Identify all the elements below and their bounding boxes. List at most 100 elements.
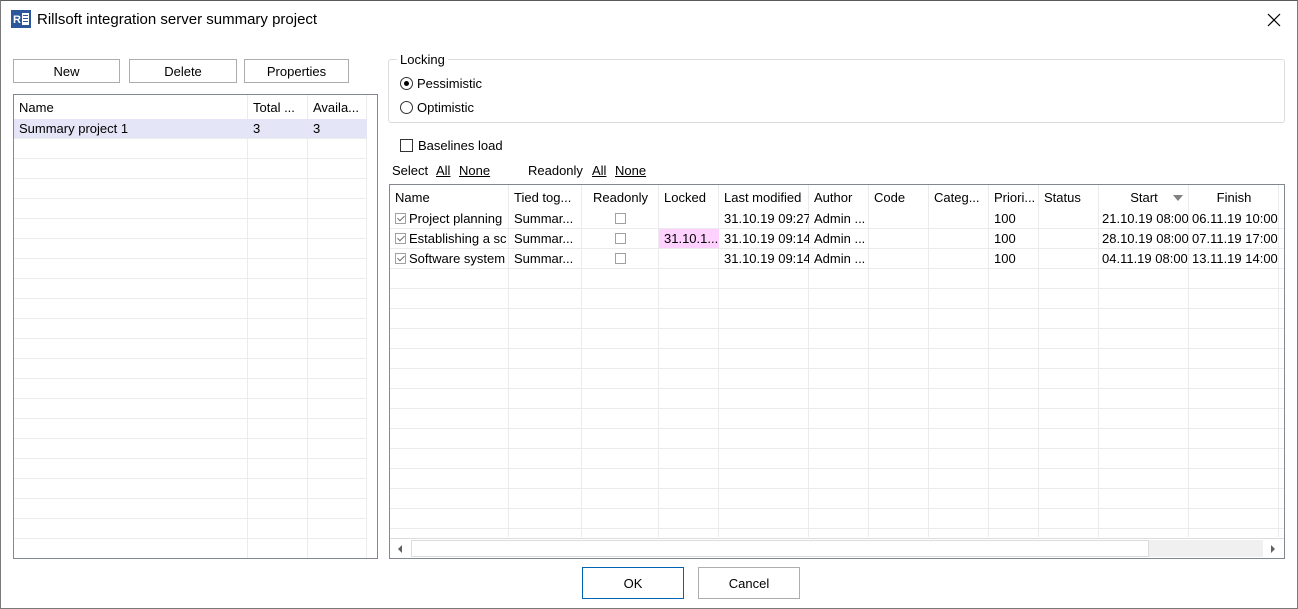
grid-row[interactable]: Software system Summar... 31.10.19 09:14 Ad… [390, 249, 1284, 269]
grid-header-status[interactable]: Status [1039, 185, 1099, 209]
grid-header-start[interactable]: Start [1099, 185, 1189, 209]
grid-header-last-modified[interactable]: Last modified [719, 185, 809, 209]
grid-header-code[interactable]: Code [869, 185, 929, 209]
empty-list-row [14, 319, 367, 339]
grid-header-readonly[interactable]: Readonly [582, 185, 659, 209]
baselines-load-checkbox[interactable]: Baselines load [400, 138, 503, 153]
empty-list-row [14, 499, 367, 519]
scrollbar-thumb[interactable] [411, 540, 1149, 557]
delete-button[interactable]: Delete [129, 59, 237, 83]
cell-readonly[interactable] [582, 209, 659, 228]
row-name-text: Software system [409, 251, 506, 266]
empty-grid-row [390, 289, 1284, 309]
cancel-button[interactable]: Cancel [698, 567, 800, 599]
cell-category [929, 229, 989, 248]
readonly-checkbox[interactable] [615, 253, 626, 264]
close-button[interactable] [1259, 7, 1289, 33]
empty-grid-row [390, 409, 1284, 429]
locking-group-label: Locking [397, 52, 448, 67]
grid-header-author[interactable]: Author [809, 185, 869, 209]
readonly-checkbox[interactable] [615, 233, 626, 244]
readonly-checkbox[interactable] [615, 213, 626, 224]
row-total: 3 [253, 121, 261, 136]
new-button[interactable]: New [13, 59, 120, 83]
radio-pessimistic-label: Pessimistic [417, 76, 483, 91]
row-select-checkbox[interactable] [395, 233, 406, 244]
list-row[interactable]: Summary project 1 3 3 [14, 119, 367, 139]
grid-header-locked[interactable]: Locked [659, 185, 719, 209]
grid-header-category[interactable]: Categ... [929, 185, 989, 209]
empty-list-row [14, 339, 367, 359]
dialog-window: R Rillsoft integration server summary pr… [0, 0, 1298, 609]
empty-list-row [14, 179, 367, 199]
sort-descending-icon [1173, 195, 1183, 201]
grid-header-label: Name [395, 189, 430, 205]
grid-header-label: Readonly [593, 189, 648, 205]
scroll-right-button[interactable] [1264, 540, 1282, 557]
horizontal-scrollbar[interactable] [390, 538, 1284, 558]
cell-status [1039, 209, 1099, 228]
row-select-checkbox[interactable] [395, 253, 406, 264]
radio-optimistic-label: Optimistic [417, 100, 475, 115]
scroll-right-icon [1271, 544, 1275, 553]
select-none-link[interactable]: None [459, 163, 490, 178]
radio-optimistic[interactable]: Optimistic [400, 100, 474, 115]
grid-header-label: Author [814, 189, 853, 205]
grid-row[interactable]: Establishing a sc Summar... 31.10.1... 31.1… [390, 229, 1284, 249]
grid-header-finish[interactable]: Finish [1189, 185, 1279, 209]
empty-list-row [14, 239, 367, 259]
empty-list-row [14, 419, 367, 439]
cell-name[interactable]: Establishing a sc [390, 229, 509, 248]
empty-list-row [14, 159, 367, 179]
readonly-none-link[interactable]: None [615, 163, 646, 178]
cell-finish: 13.11.19 14:00 [1192, 251, 1278, 266]
select-all-link[interactable]: All [436, 163, 450, 178]
grid-header: Name Tied tog... Readonly Locked Last modifi… [390, 185, 1284, 209]
ok-button[interactable]: OK [582, 567, 684, 599]
scroll-left-button[interactable] [391, 540, 409, 557]
empty-list-row [14, 459, 367, 479]
window-title: Rillsoft integration server summary proj… [37, 11, 318, 28]
grid-header-label: Priori... [994, 189, 1036, 205]
cell-author: Admin ... [814, 211, 866, 226]
list-header-name[interactable]: Name [14, 95, 248, 119]
scrollbar-track[interactable] [1149, 540, 1263, 557]
cell-tied-together: Summar... [514, 231, 574, 246]
cell-start: 21.10.19 08:00 [1102, 211, 1189, 226]
title-bar: R Rillsoft integration server summary pr… [1, 1, 1297, 39]
cell-readonly[interactable] [582, 229, 659, 248]
summary-project-list[interactable]: Name Total ... Availa... Summary project… [13, 94, 378, 559]
radio-pessimistic[interactable]: Pessimistic [400, 76, 482, 91]
readonly-all-link[interactable]: All [592, 163, 606, 178]
readonly-label: Readonly [528, 163, 583, 178]
cell-locked [659, 249, 719, 268]
empty-grid-row [390, 509, 1284, 529]
empty-list-row [14, 279, 367, 299]
cell-start: 04.11.19 08:00 [1102, 251, 1188, 266]
cell-locked [659, 209, 719, 228]
cell-readonly[interactable] [582, 249, 659, 268]
checkbox-box[interactable] [400, 139, 413, 152]
list-header-available[interactable]: Availa... [308, 95, 367, 119]
cell-locked: 31.10.1... [659, 229, 719, 248]
grid-row[interactable]: Project planning Summar... 31.10.19 09:27 A… [390, 209, 1284, 229]
cell-category [929, 209, 989, 228]
empty-grid-row [390, 469, 1284, 489]
grid-header-name[interactable]: Name [390, 185, 509, 209]
cell-priority: 100 [994, 211, 1016, 226]
radio-button-checked[interactable] [400, 77, 413, 90]
cell-name[interactable]: Project planning [390, 209, 509, 228]
projects-grid[interactable]: Name Tied tog... Readonly Locked Last modifi… [389, 184, 1285, 559]
cell-name[interactable]: Software system [390, 249, 509, 268]
empty-list-row [14, 219, 367, 239]
cell-status [1039, 249, 1099, 268]
grid-header-label: Finish [1216, 189, 1252, 205]
radio-button-unchecked[interactable] [400, 101, 413, 114]
empty-grid-row [390, 309, 1284, 329]
empty-list-row [14, 479, 367, 499]
list-header-total[interactable]: Total ... [248, 95, 308, 119]
properties-button[interactable]: Properties [244, 59, 349, 83]
row-select-checkbox[interactable] [395, 213, 406, 224]
grid-header-tied-together[interactable]: Tied tog... [509, 185, 582, 209]
grid-header-priority[interactable]: Priori... [989, 185, 1039, 209]
